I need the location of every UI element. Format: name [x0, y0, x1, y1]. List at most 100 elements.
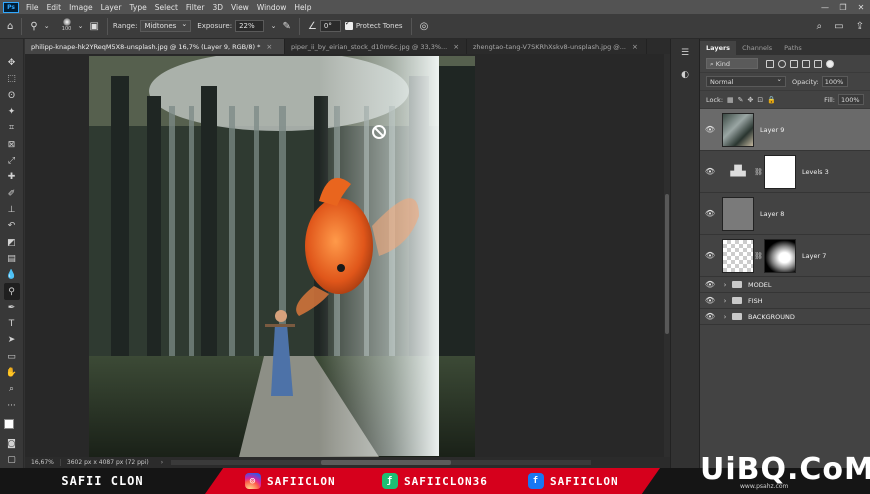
- exposure-input[interactable]: 22%: [235, 20, 264, 32]
- menu-filter[interactable]: Filter: [182, 3, 209, 12]
- status-menu-arrow[interactable]: ›: [161, 459, 163, 466]
- eye-icon[interactable]: 👁: [700, 209, 720, 218]
- layer-row[interactable]: 👁 ⛓ Layer 7: [700, 235, 870, 277]
- shape-filter-icon[interactable]: [802, 59, 810, 68]
- document-tab[interactable]: piper_ii_by_eirian_stock_d10m6c.jpg @ 33…: [285, 39, 467, 54]
- scroll-thumb[interactable]: [321, 460, 452, 465]
- tab-paths[interactable]: Paths: [778, 41, 808, 55]
- crop-tool-icon[interactable]: ⌗: [4, 120, 20, 136]
- menu-type[interactable]: Type: [126, 3, 151, 12]
- history-brush-tool-icon[interactable]: ↶: [4, 218, 20, 234]
- move-tool-icon[interactable]: ✥: [4, 55, 20, 71]
- dodge-tool-preset-icon[interactable]: ⚲: [30, 21, 37, 32]
- lock-position-icon[interactable]: ✥: [748, 96, 754, 104]
- lasso-tool-icon[interactable]: ʘ: [4, 88, 20, 104]
- screen-mode-icon[interactable]: ▢: [4, 452, 20, 468]
- eraser-tool-icon[interactable]: ◩: [4, 234, 20, 250]
- document-tab[interactable]: zhengtao-tang-V7SKRhXskv8-unsplash.jpg @…: [467, 39, 647, 54]
- pixel-filter-icon[interactable]: [766, 59, 774, 68]
- close-window-button[interactable]: ✕: [852, 3, 870, 12]
- document-tab-active[interactable]: philipp-knape-hk2YReqM5X8-unsplash.jpg @…: [25, 39, 285, 54]
- quick-mask-icon[interactable]: ◙: [4, 435, 20, 451]
- marquee-tool-icon[interactable]: ⬚: [4, 71, 20, 87]
- adjustments-panel-icon[interactable]: ◐: [677, 67, 693, 83]
- eyedropper-tool-icon[interactable]: ⤢: [4, 153, 20, 169]
- dodge-tool-icon[interactable]: ⚲: [3, 283, 20, 300]
- close-icon[interactable]: ×: [266, 43, 272, 51]
- filter-kind-select[interactable]: ⌕ Kind: [706, 58, 758, 69]
- share-icon[interactable]: ⇪: [856, 21, 864, 32]
- filter-toggle-icon[interactable]: [826, 59, 834, 68]
- foreground-color-swatch[interactable]: [3, 418, 14, 429]
- eye-icon[interactable]: 👁: [700, 296, 720, 305]
- path-selection-tool-icon[interactable]: ➤: [4, 332, 20, 348]
- home-icon[interactable]: ⌂: [7, 21, 13, 32]
- layer-row[interactable]: 👁 ▟▙ ⛓ Levels 3: [700, 151, 870, 193]
- document-image[interactable]: [89, 56, 475, 457]
- protect-tones-checkbox[interactable]: [344, 19, 353, 30]
- lock-image-icon[interactable]: ✎: [738, 96, 744, 104]
- clone-stamp-tool-icon[interactable]: ⊥: [4, 202, 20, 218]
- close-icon[interactable]: ×: [453, 43, 459, 51]
- menu-select[interactable]: Select: [151, 3, 182, 12]
- adjustment-filter-icon[interactable]: [778, 59, 786, 68]
- airbrush-icon[interactable]: ✎: [283, 21, 291, 32]
- eye-icon[interactable]: 👁: [700, 312, 720, 321]
- search-icon[interactable]: ⌕: [817, 21, 823, 32]
- layer-group-row[interactable]: 👁 › BACKGROUND: [700, 309, 870, 325]
- restore-button[interactable]: ❐: [834, 3, 852, 12]
- healing-brush-tool-icon[interactable]: ✚: [4, 169, 20, 185]
- menu-window[interactable]: Window: [253, 3, 291, 12]
- zoom-tool-icon[interactable]: ⌕: [4, 381, 20, 397]
- more-tools-icon[interactable]: ···: [4, 398, 20, 414]
- layer-row[interactable]: 👁 Layer 8: [700, 193, 870, 235]
- minimize-button[interactable]: —: [816, 3, 834, 12]
- chevron-right-icon[interactable]: ›: [720, 313, 730, 321]
- type-filter-icon[interactable]: [790, 59, 798, 68]
- lock-artboard-icon[interactable]: ⊡: [757, 96, 763, 104]
- eye-icon[interactable]: 👁: [700, 167, 720, 176]
- workspace-icon[interactable]: ▭: [834, 21, 843, 32]
- close-icon[interactable]: ×: [632, 43, 638, 51]
- fill-input[interactable]: 100%: [838, 94, 864, 105]
- color-swatches[interactable]: [3, 418, 21, 436]
- magic-wand-tool-icon[interactable]: ✦: [4, 104, 20, 120]
- chevron-right-icon[interactable]: ›: [720, 281, 730, 289]
- menu-layer[interactable]: Layer: [97, 3, 126, 12]
- layer-group-row[interactable]: 👁 › FISH: [700, 293, 870, 309]
- eye-icon[interactable]: 👁: [700, 251, 720, 260]
- scroll-thumb[interactable]: [665, 194, 669, 334]
- angle-input[interactable]: 0°: [319, 20, 341, 32]
- lock-transparent-icon[interactable]: ▦: [727, 96, 734, 104]
- layer-group-row[interactable]: 👁 › MODEL: [700, 277, 870, 293]
- horizontal-scrollbar[interactable]: [171, 460, 592, 465]
- shape-tool-icon[interactable]: ▭: [4, 349, 20, 365]
- chevron-down-icon[interactable]: ⌄: [271, 22, 277, 30]
- chevron-right-icon[interactable]: ›: [720, 297, 730, 305]
- eye-icon[interactable]: 👁: [700, 280, 720, 289]
- hand-tool-icon[interactable]: ✋: [4, 365, 20, 381]
- chevron-down-icon[interactable]: ⌄: [44, 22, 50, 30]
- menu-image[interactable]: Image: [65, 3, 97, 12]
- opacity-input[interactable]: 100%: [821, 76, 848, 87]
- gradient-tool-icon[interactable]: ▤: [4, 251, 20, 267]
- layer-row[interactable]: 👁 Layer 9: [700, 109, 870, 151]
- lock-all-icon[interactable]: 🔒: [767, 96, 776, 104]
- chevron-down-icon[interactable]: ⌄: [78, 22, 84, 30]
- menu-edit[interactable]: Edit: [43, 3, 66, 12]
- canvas-area[interactable]: [25, 54, 664, 457]
- pressure-size-icon[interactable]: ◎: [420, 21, 429, 32]
- frame-tool-icon[interactable]: ⊠: [4, 137, 20, 153]
- blend-mode-select[interactable]: Normal: [706, 74, 786, 87]
- eye-icon[interactable]: 👁: [700, 125, 720, 134]
- menu-file[interactable]: File: [22, 3, 43, 12]
- properties-panel-icon[interactable]: ☰: [677, 45, 693, 61]
- brush-settings-icon[interactable]: ▣: [89, 21, 98, 32]
- zoom-level[interactable]: 16,67%: [25, 459, 61, 466]
- type-tool-icon[interactable]: T: [4, 316, 20, 332]
- tab-layers[interactable]: Layers: [700, 41, 737, 55]
- menu-view[interactable]: View: [227, 3, 253, 12]
- blur-tool-icon[interactable]: 💧: [4, 267, 20, 283]
- menu-3d[interactable]: 3D: [208, 3, 227, 12]
- tab-channels[interactable]: Channels: [736, 41, 778, 55]
